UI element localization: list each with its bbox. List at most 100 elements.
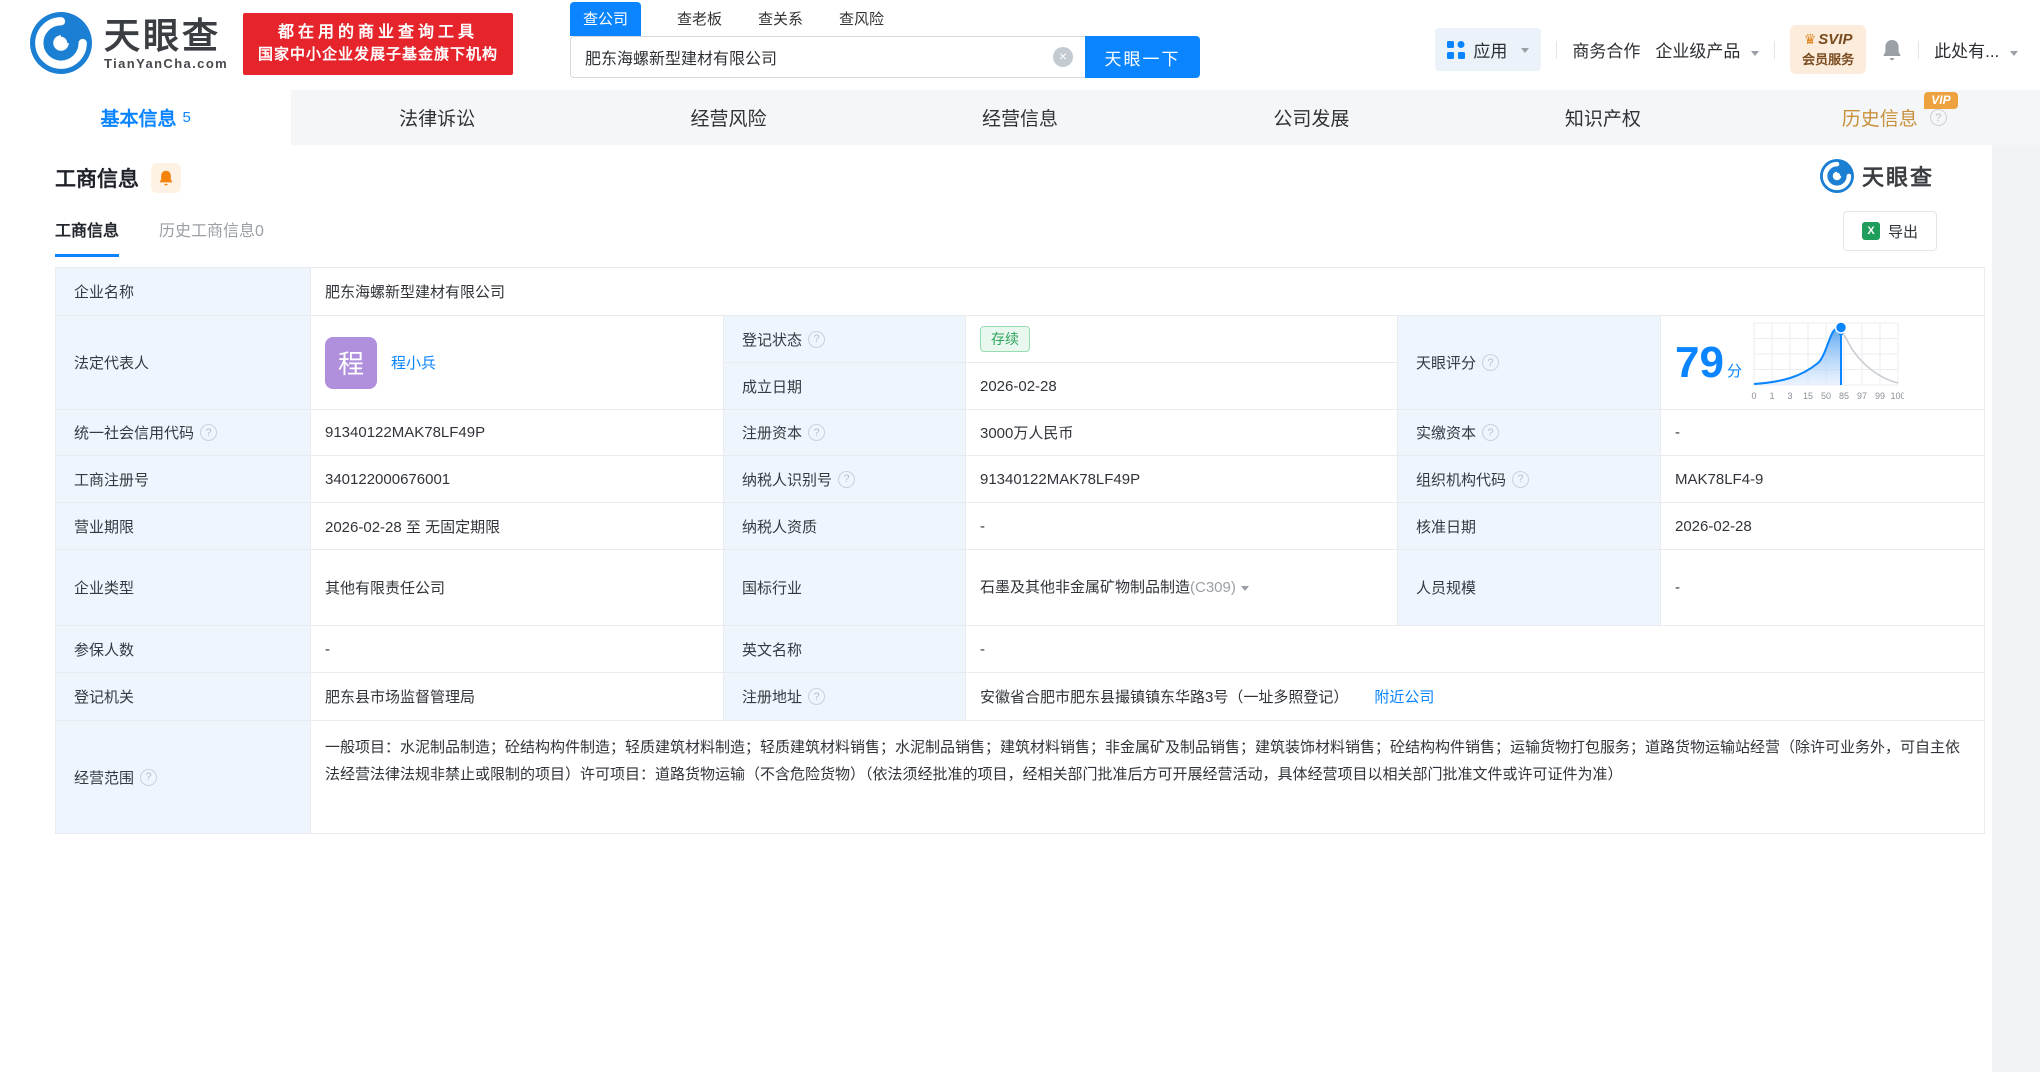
- legal-rep-cell: 程 程小兵: [311, 316, 724, 409]
- reg-authority-value: 肥东县市场监督管理局: [311, 673, 724, 720]
- nav-tab-history-info[interactable]: VIP 历史信息 ?: [1749, 90, 2040, 145]
- field-label: 经营范围: [74, 769, 135, 787]
- help-icon[interactable]: ?: [838, 470, 856, 488]
- apps-menu-label: 应用: [1473, 42, 1508, 61]
- subtabs: 工商信息 历史工商信息0: [55, 217, 264, 257]
- svg-text:85: 85: [1839, 391, 1849, 401]
- help-icon[interactable]: ?: [1482, 354, 1500, 371]
- nav-tab-operation-info[interactable]: 经营信息: [874, 90, 1165, 145]
- table-row: 企业名称 肥东海螺新型建材有限公司: [56, 268, 1984, 316]
- export-button[interactable]: X 导出: [1842, 211, 1937, 251]
- help-icon[interactable]: ?: [808, 330, 826, 348]
- tianyancha-logo[interactable]: 天眼查 TianYanCha.com: [30, 12, 228, 74]
- score-cell[interactable]: 79 分 0 1 3 15 50 85 97 99 100: [1661, 316, 1986, 409]
- business-scope-value: 一般项目：水泥制品制造；砼结构构件制造；轻质建筑材料制造；轻质建筑材料销售；水泥…: [325, 739, 1961, 783]
- help-icon[interactable]: ?: [1482, 424, 1500, 441]
- field-label: 组织机构代码: [1416, 471, 1507, 489]
- field-label: 统一社会信用代码: [74, 425, 195, 442]
- user-menu[interactable]: 此处有...: [1934, 37, 2018, 62]
- slogan-banner: 都在用的商业查询工具 国家中小企业发展子基金旗下机构: [243, 13, 514, 75]
- notifications-bell-icon[interactable]: [1881, 38, 1903, 62]
- field-label: 实缴资本: [1416, 425, 1477, 442]
- business-info-table: 企业名称 肥东海螺新型建材有限公司 法定代表人 程 程小兵 登记状态 ? 存续: [55, 267, 1985, 834]
- divider: [1774, 40, 1776, 59]
- nearby-companies-link[interactable]: 附近公司: [1374, 686, 1434, 707]
- field-label: 登记状态: [742, 331, 803, 349]
- help-icon[interactable]: ?: [1929, 109, 1947, 126]
- watermark-text: 天眼查: [1861, 165, 1934, 190]
- reg-number-value: 340122000676001: [311, 456, 724, 502]
- nav-tab-label: 经营信息: [981, 109, 1058, 130]
- menu-enterprise-products[interactable]: 企业级产品: [1655, 37, 1760, 62]
- search-tab-risk[interactable]: 查风险: [839, 8, 884, 36]
- reg-address-value: 安徽省合肥市肥东县撮镇镇东华路3号（一址多照登记）: [980, 689, 1349, 706]
- company-type-value: 其他有限责任公司: [311, 550, 724, 625]
- brand-name: 天眼查: [104, 14, 222, 56]
- chevron-down-icon: [1751, 51, 1760, 60]
- field-label: 纳税人资质: [724, 503, 966, 549]
- legal-rep-link[interactable]: 程小兵: [391, 352, 436, 373]
- search-tabs: 查公司 查老板 查关系 查风险: [570, 2, 1200, 36]
- page-right-gutter: [1992, 90, 2040, 1072]
- field-label: 企业名称: [56, 268, 311, 315]
- field-label: 核准日期: [1398, 503, 1661, 549]
- help-icon[interactable]: ?: [808, 688, 826, 705]
- vip-badge: VIP: [1924, 92, 1958, 109]
- svip-subtitle: 会员服务: [1802, 52, 1855, 67]
- field-label-cell: 实缴资本 ?: [1398, 410, 1661, 455]
- nav-tab-operation-risk[interactable]: 经营风险: [583, 90, 874, 145]
- field-label-cell: 登记状态 ?: [724, 316, 966, 362]
- nav-tab-label: 法律诉讼: [399, 109, 476, 130]
- divider: [1556, 40, 1558, 59]
- org-code-value: MAK78LF4-9: [1675, 470, 1764, 488]
- nav-tab-intellectual-property[interactable]: 知识产权: [1457, 90, 1748, 145]
- svg-text:1: 1: [1769, 391, 1774, 401]
- svg-text:99: 99: [1875, 391, 1885, 401]
- field-label-cell: 注册地址 ?: [724, 673, 966, 720]
- table-row: 企业类型 其他有限责任公司 国标行业 石墨及其他非金属矿物制品制造(C309) …: [56, 550, 1984, 626]
- svg-text:50: 50: [1821, 391, 1831, 401]
- svg-text:100: 100: [1890, 391, 1904, 401]
- search-area: 查公司 查老板 查关系 查风险 × 天眼一下: [570, 2, 1200, 78]
- apps-menu[interactable]: 应用: [1435, 28, 1542, 71]
- subtab-business-info[interactable]: 工商信息: [55, 217, 120, 257]
- industry-cell[interactable]: 石墨及其他非金属矿物制品制造(C309): [966, 550, 1398, 625]
- svg-text:97: 97: [1857, 391, 1867, 401]
- score-label-cell: 天眼评分 ?: [1398, 316, 1661, 409]
- help-icon[interactable]: ?: [140, 768, 158, 786]
- menu-business-cooperation[interactable]: 商务合作: [1572, 37, 1640, 62]
- chevron-down-icon: [1521, 48, 1530, 57]
- brand-domain: TianYanCha.com: [104, 55, 229, 71]
- field-label: 法定代表人: [56, 316, 311, 409]
- field-label-cell: 经营范围 ?: [56, 721, 311, 833]
- search-tab-relation[interactable]: 查关系: [758, 8, 803, 36]
- table-row: 登记机关 肥东县市场监督管理局 注册地址 ? 安徽省合肥市肥东县撮镇镇东华路3号…: [56, 673, 1984, 721]
- score-percentile-chart: 0 1 3 15 50 85 97 99 100: [1751, 320, 1904, 401]
- nav-tab-legal-litigation[interactable]: 法律诉讼: [291, 90, 582, 145]
- tianyancha-swirl-icon: [1819, 159, 1854, 193]
- chevron-down-icon[interactable]: [1240, 585, 1249, 595]
- slogan-line2: 国家中小企业发展子基金旗下机构: [258, 46, 499, 63]
- field-label-cell: 注册资本 ?: [724, 410, 966, 455]
- search-tab-company[interactable]: 查公司: [570, 2, 642, 36]
- nav-tab-basic-info[interactable]: 基本信息 5: [0, 90, 292, 145]
- header-menu: 应用 商务合作 企业级产品 ♛ SVIP 会员服务 此处有...: [1435, 25, 2018, 74]
- search-button[interactable]: 天眼一下: [1085, 36, 1200, 78]
- nav-tab-company-development[interactable]: 公司发展: [1166, 90, 1457, 145]
- excel-icon: X: [1861, 222, 1880, 240]
- search-tab-boss[interactable]: 查老板: [677, 8, 722, 36]
- help-icon[interactable]: ?: [808, 424, 826, 441]
- svip-member-badge[interactable]: ♛ SVIP 会员服务: [1790, 25, 1867, 74]
- nav-tab-label: 知识产权: [1564, 109, 1641, 130]
- help-icon[interactable]: ?: [200, 424, 218, 441]
- field-label: 纳税人识别号: [742, 471, 833, 489]
- subtab-history-business-info[interactable]: 历史工商信息0: [159, 217, 264, 257]
- subscribe-bell-chip[interactable]: [151, 163, 181, 193]
- chevron-down-icon: [2010, 51, 2018, 60]
- avatar[interactable]: 程: [325, 336, 377, 389]
- field-label: 注册资本: [742, 425, 803, 442]
- search-input[interactable]: [570, 36, 1085, 78]
- clear-search-icon[interactable]: ×: [1053, 47, 1073, 67]
- help-icon[interactable]: ?: [1512, 470, 1530, 488]
- field-label: 企业类型: [56, 550, 311, 625]
